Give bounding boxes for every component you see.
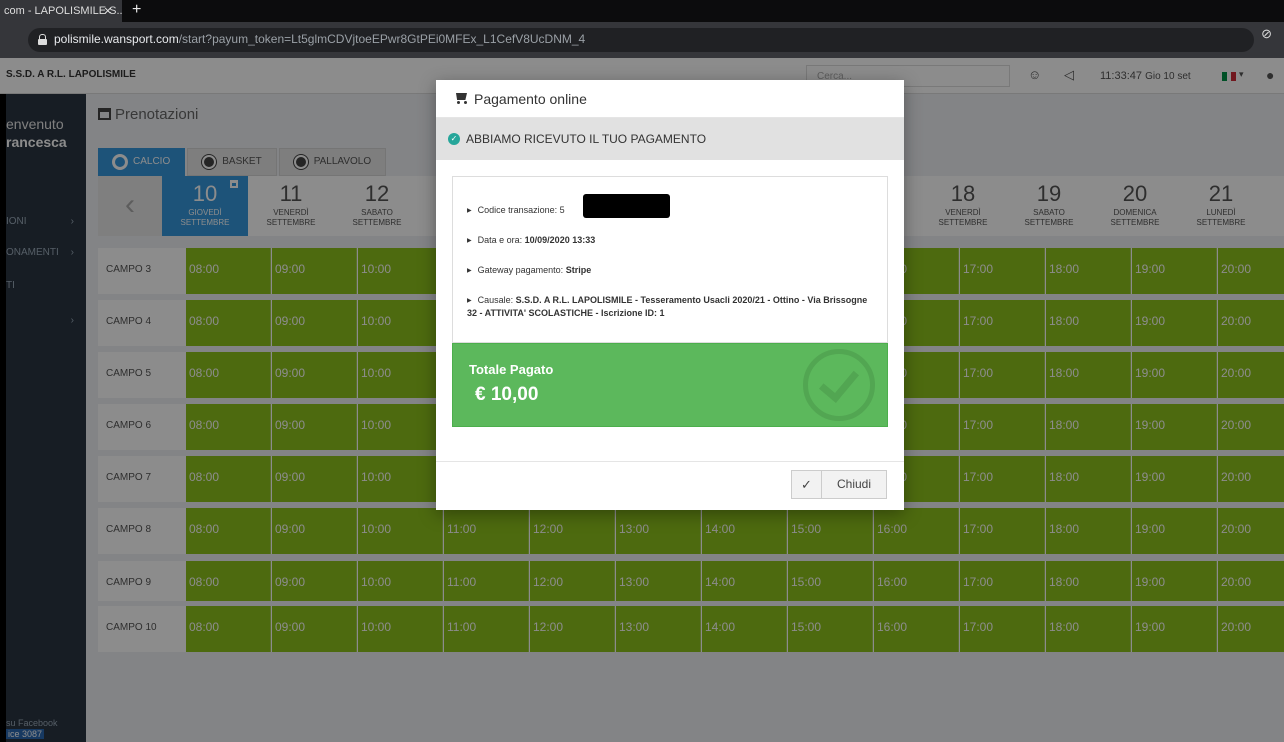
extension-icon[interactable]: ⊘ <box>1261 26 1272 42</box>
transaction-code-value: 5 <box>559 205 565 215</box>
caret-right-icon: ▶ <box>467 238 472 244</box>
shopping-cart-icon <box>454 93 468 104</box>
total-label: Totale Pagato <box>469 362 554 377</box>
transaction-datetime: ▶ Data e ora: 10/09/2020 13:33 <box>467 234 877 247</box>
success-text: ABBIAMO RICEVUTO IL TUO PAGAMENTO <box>466 132 707 146</box>
lock-icon <box>38 34 47 45</box>
url-text: polismile.wansport.com/start?payum_token… <box>54 32 585 46</box>
url-host: polismile.wansport.com <box>54 32 179 46</box>
modal-header: Pagamento online <box>436 80 904 118</box>
caret-right-icon: ▶ <box>467 268 472 274</box>
close-button-label: Chiudi <box>836 477 872 491</box>
address-bar[interactable]: polismile.wansport.com/start?payum_token… <box>28 28 1254 52</box>
transaction-details: ▶ Codice transazione: 5 ▶ Data e ora: 10/0… <box>452 176 888 343</box>
modal-title: Pagamento online <box>474 91 587 107</box>
url-path: /start?payum_token=Lt5glmCDVjtoeEPwr8GtP… <box>178 32 586 46</box>
check-circle-icon: ✓ <box>448 133 460 145</box>
browser-tabstrip: com - LAPOLISMILE S... × + <box>0 0 1284 22</box>
check-icon: ✓ <box>792 471 822 498</box>
payment-gateway: ▶ Gateway pagamento: Stripe <box>467 264 877 277</box>
gateway-value: Stripe <box>565 265 592 275</box>
gateway-label: Gateway pagamento: <box>477 265 566 275</box>
datetime-value: 10/09/2020 13:33 <box>524 235 596 245</box>
reason-value: S.S.D. A R.L. LAPOLISMILE - Tesseramento… <box>467 295 868 318</box>
success-banner: ✓ ABBIAMO RICEVUTO IL TUO PAGAMENTO <box>436 118 904 160</box>
datetime-label: Data e ora: <box>477 235 525 245</box>
payment-reason: ▶ Causale: S.S.D. A R.L. LAPOLISMILE - Te… <box>467 294 877 319</box>
modal-footer: ✓ Chiudi <box>436 461 904 510</box>
new-tab-button[interactable]: + <box>132 0 141 20</box>
total-paid-panel: Totale Pagato € 10,00 <box>452 343 888 427</box>
transaction-code-label: Codice transazione: <box>477 205 560 215</box>
browser-toolbar: polismile.wansport.com/start?payum_token… <box>0 22 1284 58</box>
close-button[interactable]: ✓ Chiudi <box>791 470 887 499</box>
close-tab-icon[interactable]: × <box>104 0 112 22</box>
browser-tab[interactable]: com - LAPOLISMILE S... × <box>0 0 122 22</box>
reason-label: Causale: <box>477 295 516 305</box>
redaction-box <box>583 194 670 218</box>
payment-modal: Pagamento online ✓ ABBIAMO RICEVUTO IL T… <box>436 80 904 510</box>
caret-right-icon: ▶ <box>467 298 472 304</box>
caret-right-icon: ▶ <box>467 208 472 214</box>
total-amount: € 10,00 <box>475 384 539 405</box>
transaction-code: ▶ Codice transazione: 5 <box>467 204 877 217</box>
check-circle-icon <box>803 349 875 421</box>
